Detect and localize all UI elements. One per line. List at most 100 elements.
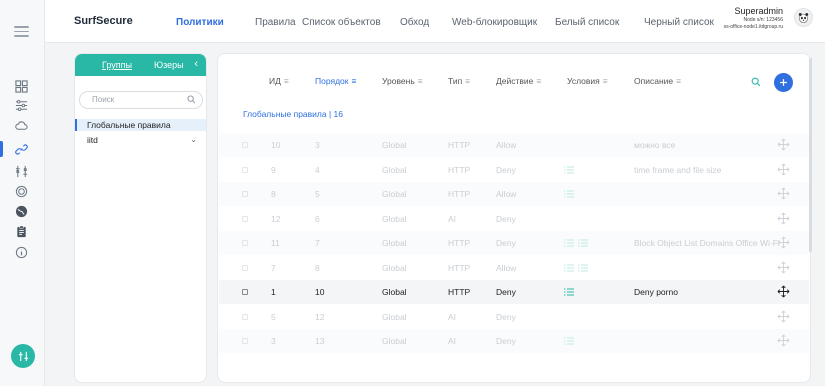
- row-checkbox[interactable]: [242, 338, 248, 344]
- column-header-conditions[interactable]: Условия ≡: [567, 76, 608, 86]
- table-row[interactable]: 9 4 Global HTTP Deny time frame and file size: [219, 158, 809, 182]
- node-serial: Node s/n: 123456: [743, 16, 783, 23]
- filter-icon[interactable]: ≡: [603, 76, 608, 86]
- conditions-cell[interactable]: [564, 264, 588, 272]
- column-header-action[interactable]: Действие ≡: [496, 76, 541, 86]
- condition-list-icon[interactable]: [578, 239, 588, 247]
- condition-list-icon[interactable]: [564, 239, 574, 247]
- search-button[interactable]: [747, 73, 765, 91]
- sort-icon[interactable]: ≡: [351, 76, 356, 86]
- dashboard-icon[interactable]: [13, 78, 30, 95]
- cell-order: 3: [315, 140, 320, 150]
- cell-id: 9: [271, 164, 276, 175]
- user-name: Superadmin: [734, 6, 783, 16]
- chevron-down-icon[interactable]: ⌄: [190, 134, 197, 146]
- move-icon[interactable]: [777, 334, 790, 347]
- menu-icon[interactable]: [14, 26, 29, 37]
- side-rail: [0, 0, 45, 386]
- column-header-description[interactable]: Описание ≡: [634, 76, 681, 86]
- table-row[interactable]: 5 12 Global AI Deny: [219, 305, 809, 329]
- table-row[interactable]: 10 3 Global HTTP Allow можно все: [219, 133, 809, 157]
- row-checkbox[interactable]: [242, 215, 248, 222]
- move-icon[interactable]: [777, 310, 790, 323]
- condition-list-icon[interactable]: [578, 264, 588, 272]
- row-checkbox[interactable]: [242, 142, 248, 148]
- tab-users[interactable]: Юзеры: [154, 60, 184, 70]
- move-icon[interactable]: [777, 212, 790, 225]
- condition-list-icon[interactable]: [564, 190, 574, 198]
- move-icon[interactable]: [777, 261, 790, 274]
- add-rule-button[interactable]: [774, 73, 793, 92]
- move-icon[interactable]: [777, 187, 790, 200]
- filter-icon[interactable]: ≡: [536, 76, 541, 86]
- table-row[interactable]: 3 13 Global AI Deny: [219, 329, 809, 353]
- info-icon[interactable]: [13, 244, 30, 261]
- group-item-global-rules[interactable]: Глобальные правила: [75, 119, 206, 131]
- move-icon[interactable]: [777, 163, 790, 176]
- panda-avatar-icon[interactable]: [794, 8, 813, 27]
- move-icon[interactable]: [777, 236, 790, 249]
- target-icon[interactable]: [13, 183, 30, 200]
- collapse-chevron-icon[interactable]: ‹: [194, 59, 198, 70]
- nav-tab-rules[interactable]: Правила: [255, 17, 296, 28]
- move-icon[interactable]: [777, 138, 790, 151]
- nav-tab-blacklist[interactable]: Черный список: [644, 17, 714, 28]
- row-checkbox[interactable]: [242, 240, 248, 246]
- profile-avatar[interactable]: [11, 344, 35, 368]
- nav-tab-whitelist[interactable]: Белый список: [555, 17, 619, 28]
- conditions-cell[interactable]: [564, 190, 574, 198]
- column-header-type[interactable]: Тип ≡: [448, 76, 470, 86]
- group-item-label: iitd: [87, 135, 98, 145]
- cell-type: HTTP: [448, 287, 471, 297]
- nav-tab-bypass[interactable]: Обход: [400, 17, 429, 28]
- filter-list-icon[interactable]: [13, 163, 30, 180]
- sliders-icon[interactable]: [13, 97, 30, 114]
- cloud-icon[interactable]: [13, 117, 30, 134]
- clipboard-icon[interactable]: [13, 223, 30, 240]
- cell-type: AI: [448, 336, 457, 346]
- globe-icon[interactable]: [13, 203, 30, 220]
- move-icon[interactable]: [777, 285, 790, 298]
- conditions-cell[interactable]: [564, 166, 574, 174]
- nav-tab-web-blocker[interactable]: Web-блокировщик: [452, 17, 537, 28]
- top-bar: SurfSecure Политики Правила Список объек…: [45, 0, 825, 43]
- user-info[interactable]: Superadmin Node s/n: 123456 ss-office-no…: [724, 6, 783, 30]
- column-header-level[interactable]: Уровень ≡: [382, 76, 423, 86]
- table-row[interactable]: 12 6 Global AI Deny: [219, 207, 809, 231]
- conditions-cell[interactable]: [564, 239, 588, 247]
- cell-action: Allow: [496, 262, 517, 273]
- filter-icon[interactable]: ≡: [465, 76, 470, 86]
- table-row[interactable]: 11 7 Global HTTP Deny Block Object List Domai…: [219, 231, 809, 255]
- conditions-cell[interactable]: [564, 288, 574, 296]
- condition-list-icon[interactable]: [564, 288, 574, 296]
- cell-level: Global: [382, 140, 407, 150]
- column-header-order[interactable]: Порядок ≡: [315, 76, 356, 86]
- row-checkbox[interactable]: [242, 289, 248, 295]
- filter-icon[interactable]: ≡: [284, 76, 289, 86]
- condition-list-icon[interactable]: [564, 166, 574, 174]
- row-checkbox[interactable]: [242, 264, 248, 271]
- filter-icon[interactable]: ≡: [676, 76, 681, 86]
- cell-type: HTTP: [448, 164, 471, 175]
- nav-tab-policies[interactable]: Политики: [176, 17, 224, 28]
- rules-scrollbar[interactable]: [809, 58, 812, 252]
- cell-description: можно все: [634, 140, 676, 150]
- row-checkbox[interactable]: [242, 313, 248, 320]
- table-row[interactable]: 7 8 Global HTTP Allow: [219, 256, 809, 280]
- group-search-input[interactable]: Поиск: [79, 91, 203, 109]
- row-checkbox[interactable]: [242, 166, 248, 173]
- table-row[interactable]: 8 5 Global HTTP Allow: [219, 182, 809, 206]
- group-item-iitd[interactable]: iitd ⌄: [87, 134, 197, 146]
- row-checkbox[interactable]: [242, 191, 248, 197]
- column-header-id[interactable]: ИД ≡: [269, 76, 289, 86]
- filter-icon[interactable]: ≡: [418, 76, 423, 86]
- link-icon[interactable]: [13, 141, 30, 158]
- conditions-cell[interactable]: [564, 337, 574, 345]
- table-row[interactable]: 1 10 Global HTTP Deny Deny porno: [219, 280, 809, 304]
- search-icon: [751, 77, 761, 87]
- nav-tab-object-list[interactable]: Список объектов: [302, 17, 381, 28]
- rule-group-title[interactable]: Глобальные правила | 16: [243, 109, 343, 119]
- condition-list-icon[interactable]: [564, 337, 574, 345]
- condition-list-icon[interactable]: [564, 264, 574, 272]
- tab-groups[interactable]: Группы: [102, 60, 132, 70]
